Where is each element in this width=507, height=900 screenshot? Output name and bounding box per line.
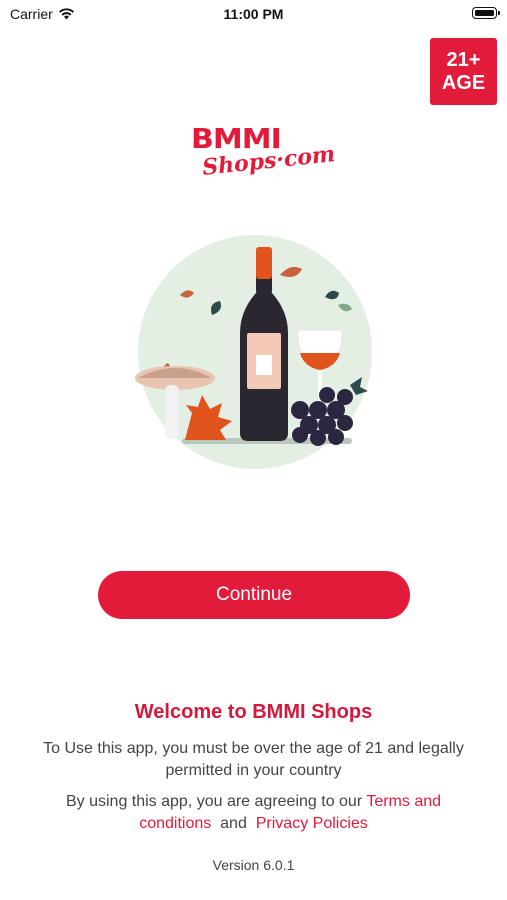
privacy-link[interactable]: Privacy Policies [256,815,368,832]
wine-illustration [135,235,372,469]
age-badge-number: 21+ [446,48,481,71]
bottle-cap [256,247,272,279]
age-requirement-text: To Use this app, you must be over the ag… [43,740,464,779]
status-time: 11:00 PM [223,6,284,22]
status-bar: Carrier 11:00 PM [0,0,507,30]
age-restriction-badge: 21+ AGE [430,38,497,105]
agreement-joiner: and [220,815,247,832]
agreement-text: By using this app, you are agreeing to o… [30,791,477,835]
battery-icon [472,7,500,19]
mushroom-stem [165,385,179,439]
continue-button[interactable]: Continue [98,571,410,619]
agreement-prefix: By using this app, you are agreeing to o… [65,793,363,810]
welcome-title: Welcome to BMMI Shops [134,701,373,723]
app-version: Version 6.0.1 [212,857,295,873]
age-badge-label: AGE [441,71,486,94]
bmmi-shops-logo: BMMI Shops·com [186,118,336,188]
